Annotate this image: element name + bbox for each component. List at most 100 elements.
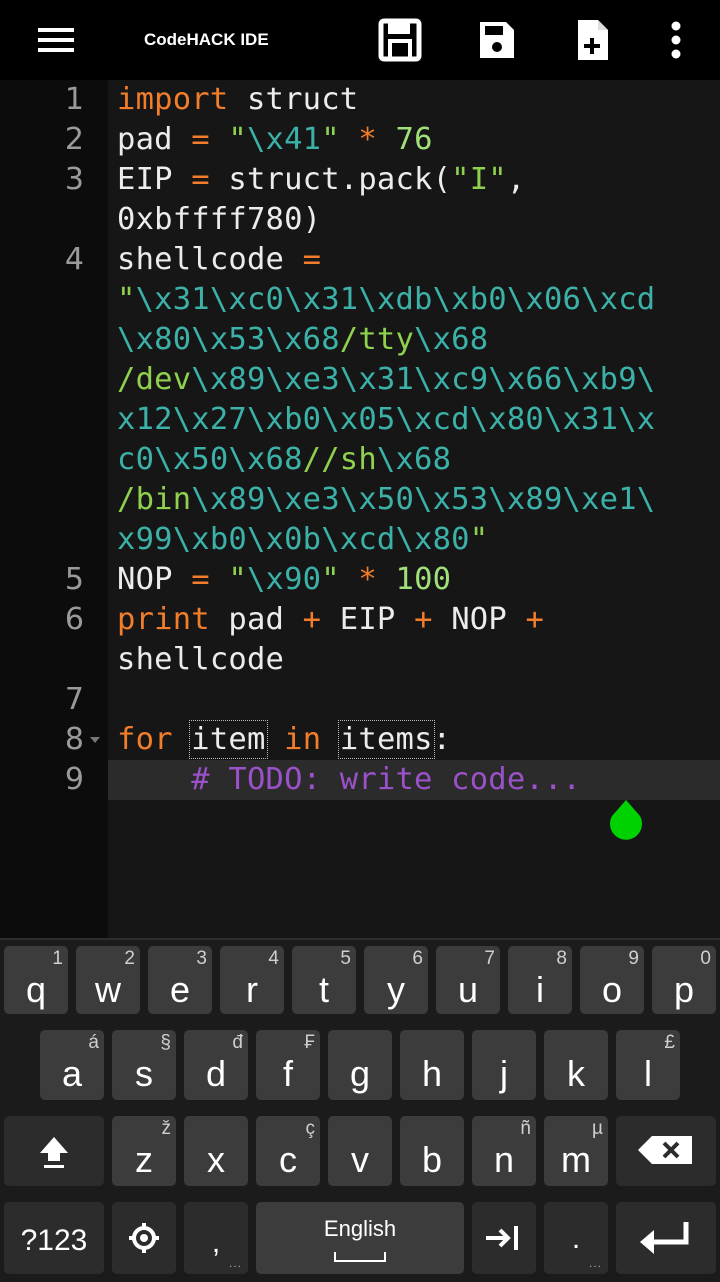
- key-hint: 6: [412, 948, 423, 969]
- key-label: b: [421, 1139, 443, 1180]
- number: 100: [376, 562, 452, 597]
- operator: =: [191, 562, 210, 597]
- period-key[interactable]: ....: [544, 1202, 608, 1274]
- key-f[interactable]: ₣ f: [256, 1030, 320, 1100]
- line-number-gutter: 1 2 3 4 5 6 7 8 9: [0, 80, 108, 938]
- key-a[interactable]: áa: [40, 1030, 104, 1100]
- code-line-8: for item in items:: [117, 720, 451, 760]
- escape-sequence: \x89\xe3\x31\xc9\x66\xb9\: [191, 362, 656, 397]
- key-hint: 3: [196, 948, 207, 969]
- key-label: a: [61, 1053, 83, 1094]
- save-as-icon[interactable]: [376, 16, 424, 64]
- code-text: EIP: [117, 162, 192, 197]
- space-bar-key[interactable]: English: [256, 1202, 464, 1274]
- key-l[interactable]: £ l: [616, 1030, 680, 1100]
- text-cursor-handle[interactable]: [606, 800, 646, 848]
- operator: +: [525, 602, 545, 637]
- code-line-4-wrap: /bin\x89\xe3\x50\x53\x89\xe1\: [117, 480, 655, 520]
- comma-key[interactable]: ,...: [184, 1202, 248, 1274]
- key-hint: 1: [52, 948, 63, 969]
- comment: # TODO: write code...: [191, 762, 582, 797]
- key-hint: ₣: [304, 1032, 315, 1053]
- escape-sequence: x99\xb0\x0b\xcd\x80: [117, 522, 470, 557]
- string: "I": [451, 162, 507, 197]
- code-line-6: print pad + EIP + NOP +: [117, 600, 544, 640]
- key-q[interactable]: 1q: [4, 946, 68, 1014]
- key-d[interactable]: đd: [184, 1030, 248, 1100]
- keyword: in: [284, 722, 322, 757]
- code-line-3-wrap: 0xbffff780): [117, 202, 322, 237]
- top-app-bar: CodeHACK IDE: [0, 0, 720, 80]
- soft-keyboard: 1q 2w 3e 4r 5t 6y 7u 8i 9o 0p áa § s đd ₣…: [0, 938, 720, 1282]
- key-hint: µ: [592, 1118, 603, 1139]
- key-p[interactable]: 0p: [652, 946, 716, 1014]
- key-r[interactable]: 4r: [220, 946, 284, 1014]
- code-line-4-wrap: \x80\x53\x68/tty\x68: [117, 320, 488, 360]
- key-label: ?123: [20, 1224, 88, 1257]
- key-g[interactable]: g: [328, 1030, 392, 1100]
- code-text: pad: [209, 602, 303, 637]
- key-h[interactable]: h: [400, 1030, 464, 1100]
- escape-sequence: \x68: [376, 442, 452, 477]
- key-hint: ž: [161, 1118, 172, 1139]
- code-line-6-wrap: shellcode: [117, 642, 285, 677]
- key-u[interactable]: 7u: [436, 946, 500, 1014]
- key-w[interactable]: 2w: [76, 946, 140, 1014]
- space-icon: [334, 1252, 386, 1262]
- key-label: l: [644, 1053, 652, 1094]
- string: /tty: [339, 322, 415, 357]
- key-i[interactable]: 8i: [508, 946, 572, 1014]
- key-n[interactable]: ñn: [472, 1116, 536, 1186]
- code-editor[interactable]: 1 2 3 4 5 6 7 8 9 import struct pad = "\…: [0, 80, 720, 938]
- new-file-icon[interactable]: [568, 16, 616, 64]
- code-line-4-wrap: "\x31\xc0\x31\xdb\xb0\x06\xcd: [117, 280, 655, 320]
- code-text: pad: [117, 122, 192, 157]
- enter-key[interactable]: [616, 1202, 716, 1274]
- symbols-key[interactable]: ?123: [4, 1202, 104, 1274]
- code-line-9: # TODO: write code...: [117, 760, 581, 800]
- key-label: j: [500, 1053, 508, 1094]
- key-s[interactable]: § s: [112, 1030, 176, 1100]
- code-line-4: shellcode =: [117, 240, 321, 280]
- key-e[interactable]: 3e: [148, 946, 212, 1014]
- key-b[interactable]: b: [400, 1116, 464, 1186]
- key-o[interactable]: 9o: [580, 946, 644, 1014]
- key-k[interactable]: k: [544, 1030, 608, 1100]
- tab-arrow-icon: [486, 1226, 518, 1250]
- key-hint: ñ: [520, 1118, 531, 1139]
- key-j[interactable]: j: [472, 1030, 536, 1100]
- string-quote: ": [209, 122, 247, 157]
- menu-icon[interactable]: [26, 18, 86, 62]
- operator: *: [339, 562, 377, 597]
- code-text: NOP: [432, 602, 526, 637]
- shift-key[interactable]: [4, 1116, 104, 1186]
- save-icon[interactable]: [472, 16, 520, 64]
- key-t[interactable]: 5t: [292, 946, 356, 1014]
- backspace-key[interactable]: [616, 1116, 716, 1186]
- key-v[interactable]: v: [328, 1116, 392, 1186]
- key-label: e: [169, 969, 191, 1010]
- string-quote: ": [209, 562, 247, 597]
- keyword: print: [117, 602, 210, 637]
- operator: +: [302, 602, 322, 637]
- settings-key[interactable]: [112, 1202, 176, 1274]
- key-c[interactable]: çc: [256, 1116, 320, 1186]
- operator: =: [191, 122, 210, 157]
- escape-sequence: \x68: [414, 322, 489, 357]
- key-y[interactable]: 6y: [364, 946, 428, 1014]
- overflow-menu-icon[interactable]: [652, 16, 700, 64]
- fold-toggle-icon[interactable]: [90, 737, 100, 743]
- line-number: 2: [64, 122, 84, 157]
- key-label: .: [571, 1222, 581, 1255]
- key-x[interactable]: x: [184, 1116, 248, 1186]
- line-number: 9: [64, 762, 84, 797]
- key-hint: §: [160, 1032, 171, 1053]
- key-m[interactable]: µm: [544, 1116, 608, 1186]
- key-z[interactable]: žz: [112, 1116, 176, 1186]
- enter-icon: [640, 1222, 689, 1254]
- tab-key[interactable]: [472, 1202, 536, 1274]
- key-label: z: [135, 1139, 153, 1180]
- key-hint: á: [88, 1032, 99, 1053]
- key-label: k: [567, 1053, 585, 1094]
- highlighted-identifier: items: [337, 720, 435, 759]
